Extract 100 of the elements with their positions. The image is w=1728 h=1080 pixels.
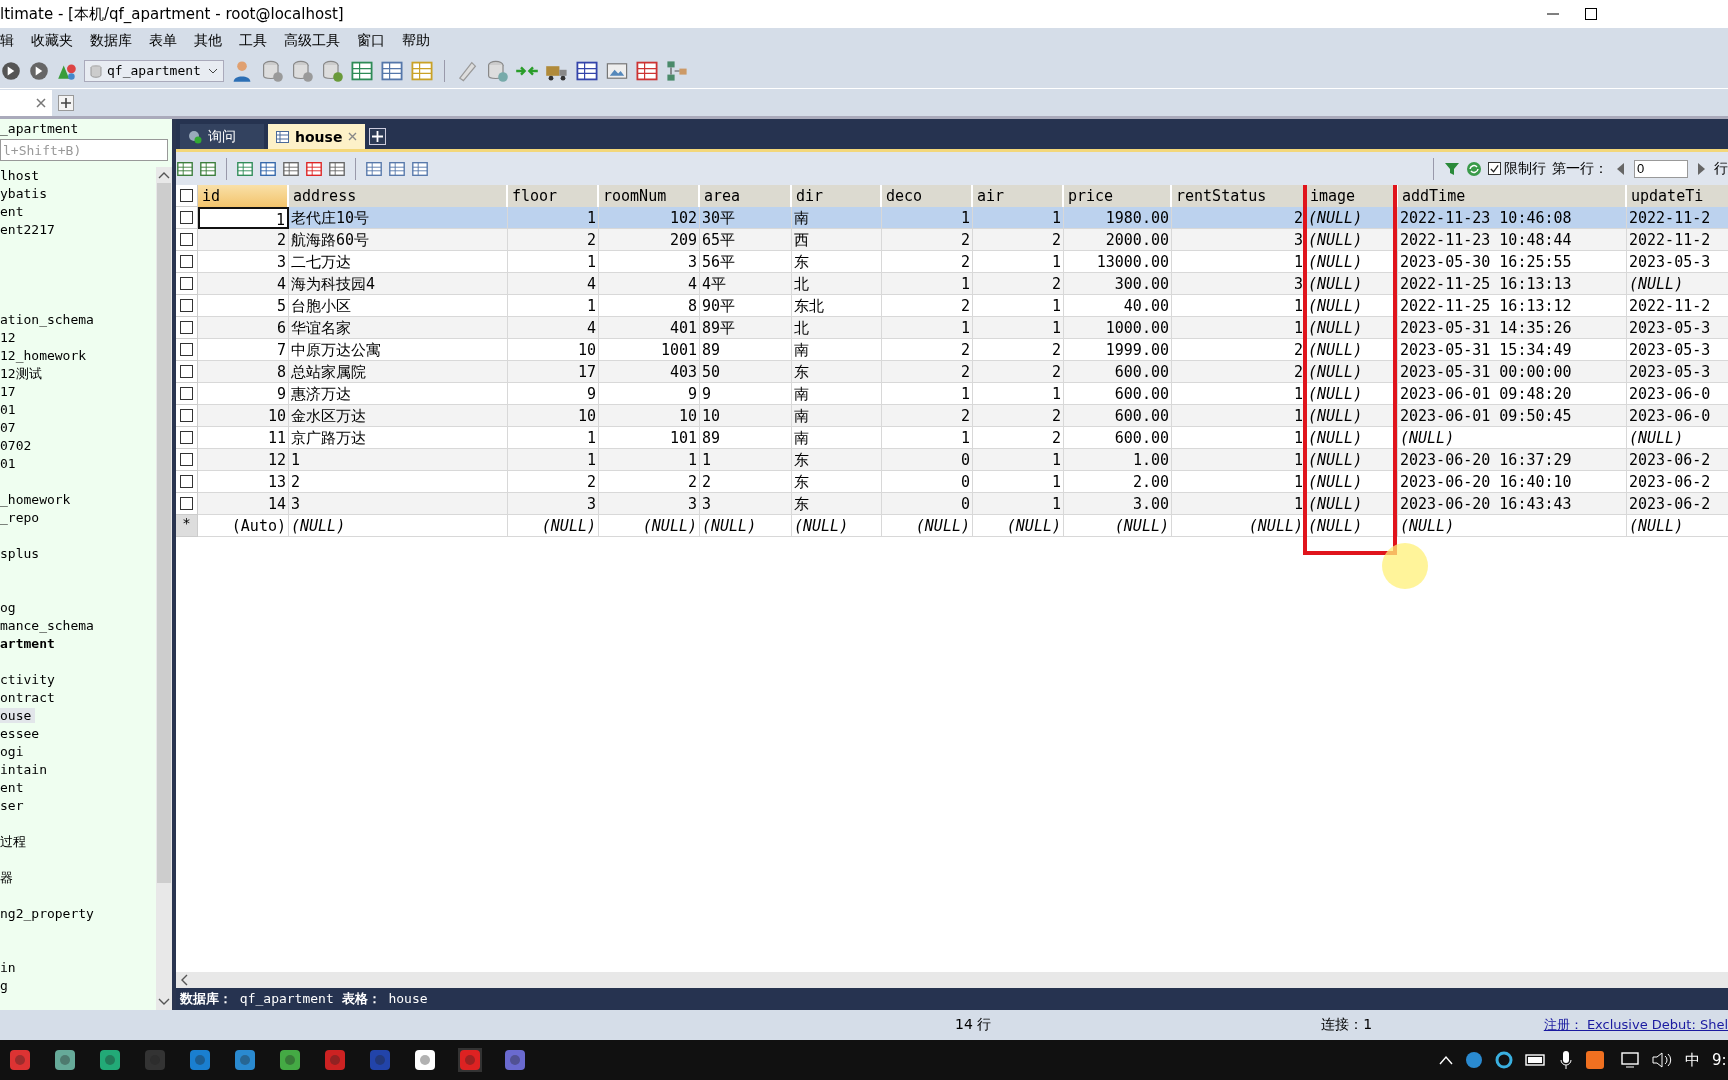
tree-item[interactable]: lhost <box>0 168 44 183</box>
chevron-up-icon[interactable] <box>1439 1055 1453 1065</box>
menu-item[interactable]: 高级工具 <box>284 31 340 50</box>
maximize-icon[interactable] <box>1584 7 1598 21</box>
tree-item[interactable]: g <box>0 978 12 993</box>
database-icon[interactable] <box>485 58 509 83</box>
tree-item[interactable]: ng2_property <box>0 906 98 921</box>
tree-item[interactable]: 12测试 <box>0 366 46 381</box>
input-method-indicator[interactable]: 中 <box>1685 1050 1700 1070</box>
scroll-left-icon[interactable] <box>180 974 188 986</box>
tree-item[interactable]: 12 <box>0 330 20 345</box>
select-all-checkbox[interactable] <box>180 189 193 202</box>
tree-item[interactable]: 01 <box>0 456 20 471</box>
scrollbar-thumb[interactable] <box>157 183 171 883</box>
column-header[interactable]: id <box>198 185 289 207</box>
database-icon[interactable] <box>260 58 284 83</box>
row-checkbox[interactable] <box>180 497 193 510</box>
menu-item[interactable]: 其他 <box>194 31 222 50</box>
table-row[interactable]: 4 海为科技园4 4 4 4平 北 1 2 300.00 3 (NULL) 2022-11-25 16:13:13 (NULL) <box>176 273 1728 295</box>
menu-item[interactable]: 帮助 <box>402 31 430 50</box>
menu-item[interactable]: 辑 <box>0 31 14 50</box>
app-icon[interactable] <box>413 1048 437 1072</box>
refresh-icon[interactable] <box>1466 160 1482 177</box>
tree-item[interactable]: mance_schema <box>0 618 98 633</box>
tree-item[interactable]: ogi <box>0 744 28 759</box>
tree-item[interactable]: 0702 <box>0 438 36 453</box>
row-checkbox[interactable] <box>180 321 193 334</box>
search-field[interactable]: l+Shift+B) <box>0 139 168 161</box>
tree-item[interactable]: 12_homework <box>0 348 91 363</box>
add-tab-icon[interactable] <box>369 128 387 145</box>
editor-tab[interactable]: 询问 <box>180 124 264 149</box>
table-icon[interactable] <box>176 159 194 178</box>
tree-item[interactable]: 07 <box>0 420 20 435</box>
tree-item[interactable]: 器 <box>0 870 17 885</box>
tree-item[interactable]: in <box>0 960 20 975</box>
tree-item[interactable]: essee <box>0 726 44 741</box>
browser-icon[interactable] <box>1495 1051 1513 1069</box>
tree-item[interactable]: 01 <box>0 402 20 417</box>
table-row[interactable]: * (Auto) (NULL) (NULL) (NULL) (NULL) (NULL) (NULL) (NULL) (NULL) (NULL) (NULL) (NULL) (NULL) <box>176 515 1728 537</box>
row-checkbox[interactable] <box>180 365 193 378</box>
editor-tab[interactable]: house <box>268 124 366 149</box>
table-row[interactable]: 8 总站家属院 17 403 50 东 2 2 600.00 2 (NULL) 2023-05-31 00:00:00 2023-05-3 <box>176 361 1728 383</box>
first-row-field[interactable]: 0 <box>1634 159 1688 178</box>
close-icon[interactable] <box>348 132 358 141</box>
tree-item[interactable]: ation_schema <box>0 312 98 327</box>
tree-item[interactable]: ouse <box>0 708 36 723</box>
table-row[interactable]: 12 1 1 1 1 东 0 1 1.00 1 (NULL) 2023-06-20 16:37:29 2023-06-2 <box>176 449 1728 471</box>
table-row[interactable]: 14 3 3 3 3 东 0 1 3.00 1 (NULL) 2023-06-20 16:43:43 2023-06-2 <box>176 493 1728 515</box>
row-checkbox[interactable] <box>180 453 193 466</box>
tree-item[interactable]: _homework <box>0 492 75 507</box>
limit-rows-checkbox[interactable] <box>1488 162 1501 175</box>
tree-item[interactable]: splus <box>0 546 44 561</box>
row-checkbox[interactable] <box>180 475 193 488</box>
volume-icon[interactable] <box>1651 1051 1673 1069</box>
row-checkbox[interactable] <box>180 343 193 356</box>
scroll-up-icon[interactable] <box>158 171 170 179</box>
database-icon[interactable] <box>320 58 344 83</box>
database-icon[interactable] <box>290 58 314 83</box>
table-row[interactable]: 2 航海路60号 2 209 65平 西 2 2 2000.00 3 (NULL) 2022-11-23 10:48:44 2022-11-2 <box>176 229 1728 251</box>
tree-item[interactable]: 17 <box>0 384 20 399</box>
close-icon[interactable] <box>36 97 46 108</box>
filter-icon[interactable] <box>1444 160 1460 177</box>
play-icon[interactable] <box>28 59 50 82</box>
clock[interactable]: 9: <box>1712 1051 1728 1069</box>
menu-item[interactable]: 窗口 <box>357 31 385 50</box>
tree-item[interactable]: ser <box>0 798 28 813</box>
row-checkbox[interactable] <box>180 233 193 246</box>
tree-item[interactable]: ctivity <box>0 672 59 687</box>
tree-item[interactable]: artment <box>0 636 59 651</box>
tree-item[interactable]: ent2217 <box>0 222 59 237</box>
app-icon[interactable] <box>1585 1050 1605 1070</box>
tree-item[interactable]: ent <box>0 780 28 795</box>
scroll-down-icon[interactable] <box>158 998 170 1006</box>
grid-view-icon[interactable] <box>365 159 383 178</box>
menu-item[interactable]: 工具 <box>239 31 267 50</box>
row-checkbox[interactable] <box>180 211 193 224</box>
menu-item[interactable]: 表单 <box>149 31 177 50</box>
row-checkbox[interactable] <box>180 277 193 290</box>
vertical-scrollbar[interactable] <box>156 167 172 1010</box>
forward-icon[interactable] <box>0 59 22 82</box>
app-icon[interactable] <box>98 1048 122 1072</box>
tree-item[interactable]: intain <box>0 762 51 777</box>
menu-item[interactable]: 数据库 <box>90 31 132 50</box>
app-icon[interactable] <box>278 1048 302 1072</box>
tree-item[interactable]: _repo <box>0 510 44 525</box>
tree-item[interactable]: ent <box>0 204 28 219</box>
horizontal-scrollbar[interactable] <box>176 972 1728 988</box>
row-checkbox[interactable] <box>180 387 193 400</box>
row-checkbox[interactable] <box>180 255 193 268</box>
register-link[interactable]: 注册： Exclusive Debut: Shel <box>1543 1016 1728 1034</box>
table-row[interactable]: 1 老代庄10号 1 102 30平 南 1 1 1980.00 2 (NULL) 2022-11-23 10:46:08 2022-11-2 <box>176 207 1728 229</box>
tree-item[interactable]: ybatis <box>0 186 51 201</box>
diagram-icon[interactable] <box>665 58 689 83</box>
app-icon[interactable] <box>53 1048 77 1072</box>
table-row[interactable]: 6 华谊名家 4 401 89平 北 1 1 1000.00 1 (NULL) 2023-05-31 14:35:26 2023-05-3 <box>176 317 1728 339</box>
browser-icon[interactable] <box>1465 1051 1483 1069</box>
table-row[interactable]: 10 金水区万达 10 10 10 南 2 2 600.00 1 (NULL) 2023-06-01 09:50:45 2023-06-0 <box>176 405 1728 427</box>
tree-item[interactable]: og <box>0 600 20 615</box>
row-checkbox[interactable] <box>180 299 193 312</box>
tree-item[interactable]: ontract <box>0 690 59 705</box>
